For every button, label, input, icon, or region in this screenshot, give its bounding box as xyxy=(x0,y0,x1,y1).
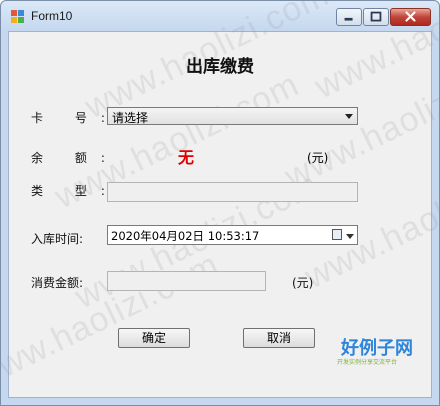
minimize-button[interactable] xyxy=(336,8,362,26)
type-field[interactable] xyxy=(107,182,358,202)
amount-unit: (元) xyxy=(292,276,314,290)
balance-unit: (元) xyxy=(307,151,329,165)
balance-value: 无 xyxy=(178,148,195,167)
card-number-selected: 请选择 xyxy=(112,111,149,125)
maximize-button[interactable] xyxy=(363,8,389,26)
amount-label: 消费金额: xyxy=(31,276,84,290)
card-number-select[interactable]: 请选择 xyxy=(107,107,358,125)
confirm-button[interactable]: 确定 xyxy=(118,328,190,348)
app-icon xyxy=(11,10,25,24)
amount-field[interactable] xyxy=(107,271,266,291)
close-button[interactable] xyxy=(390,8,431,26)
checkin-time-picker[interactable]: 2020年04月02日 10:53:17 xyxy=(107,225,358,245)
page-title: 出库缴费 xyxy=(186,57,254,77)
checkin-time-label: 入库时间: xyxy=(31,232,84,246)
window-title: Form10 xyxy=(31,9,73,23)
maximize-icon xyxy=(370,11,382,22)
card-number-label: 卡 号: xyxy=(31,111,119,125)
balance-label: 余 额: xyxy=(31,151,119,165)
watermark: www.haolizi.com xyxy=(299,145,440,297)
logo-tagline: 开发实例分享交流平台 xyxy=(337,359,398,366)
checkin-time-value: 2020年04月02日 10:53:17 xyxy=(111,229,260,243)
chevron-down-icon xyxy=(346,234,354,239)
type-label: 类 型: xyxy=(31,184,119,198)
watermark: www.haolizi.com xyxy=(0,245,226,397)
calendar-icon xyxy=(332,229,342,240)
chevron-down-icon xyxy=(345,114,353,119)
minimize-icon xyxy=(344,17,353,21)
cancel-button[interactable]: 取消 xyxy=(243,328,315,348)
title-bar[interactable]: Form10 xyxy=(1,1,439,31)
close-icon xyxy=(405,11,416,22)
form10-window: Form10 www.haolizi.com www.haolizi.com w… xyxy=(0,0,440,406)
site-logo: 好例子网 开发实例分享交流平台 xyxy=(337,334,421,366)
